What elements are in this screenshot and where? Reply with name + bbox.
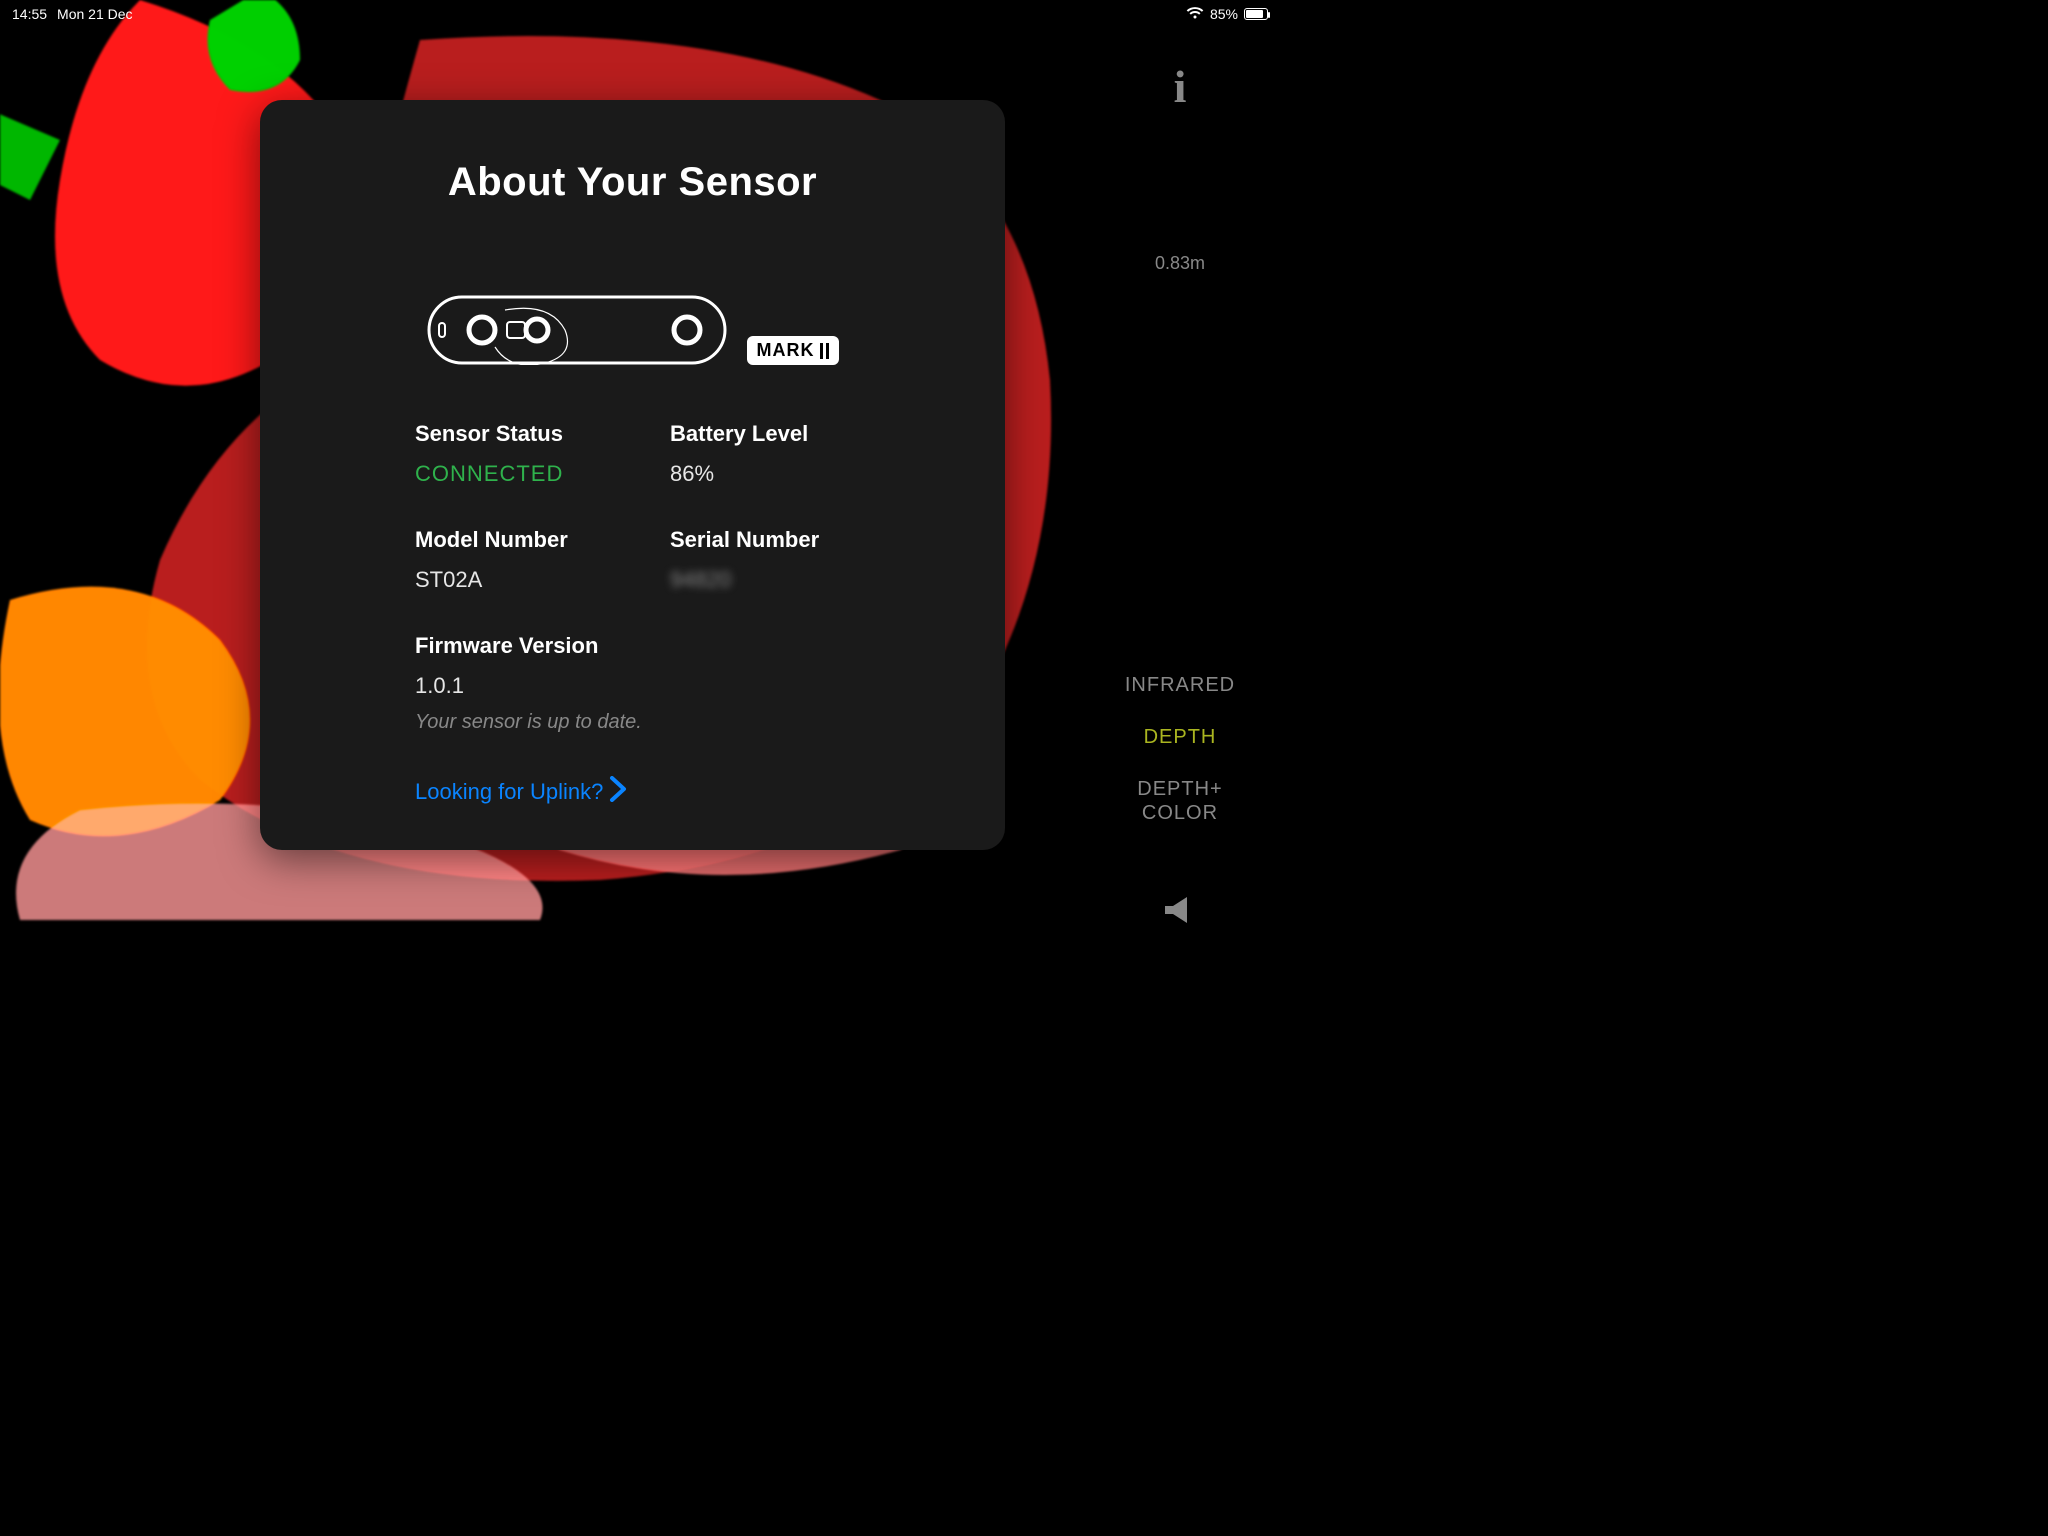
mark-badge-label: MARK xyxy=(757,340,815,361)
value-firmware: 1.0.1 xyxy=(415,673,905,699)
distance-readout: 0.83m xyxy=(1155,253,1205,274)
value-serial: 94820 xyxy=(670,567,905,593)
firmware-note: Your sensor is up to date. xyxy=(415,711,905,734)
label-serial: Serial Number xyxy=(670,527,905,553)
mode-depth-color[interactable]: DEPTH+ COLOR xyxy=(1137,777,1222,825)
label-firmware: Firmware Version xyxy=(415,633,905,659)
value-model: ST02A xyxy=(415,567,650,593)
sensor-icon xyxy=(427,295,727,365)
status-battery-pct: 85% xyxy=(1210,6,1238,22)
value-battery: 86% xyxy=(670,461,905,487)
status-bar: 14:55 Mon 21 Dec 85% xyxy=(0,0,1280,28)
label-battery: Battery Level xyxy=(670,421,905,447)
sensor-illustration-row: MARK xyxy=(320,295,945,365)
modal-title: About Your Sensor xyxy=(320,160,945,205)
status-date: Mon 21 Dec xyxy=(57,6,132,22)
mode-depth[interactable]: DEPTH xyxy=(1144,725,1217,749)
battery-icon xyxy=(1244,8,1268,20)
chevron-right-icon xyxy=(609,776,627,808)
sensor-info-grid: Sensor Status CONNECTED Battery Level 86… xyxy=(320,421,945,734)
cell-model: Model Number ST02A xyxy=(415,527,650,593)
cell-firmware: Firmware Version 1.0.1 Your sensor is up… xyxy=(415,633,905,734)
status-time: 14:55 xyxy=(12,6,47,22)
wifi-icon xyxy=(1186,6,1204,23)
value-sensor-status: CONNECTED xyxy=(415,461,650,487)
cell-sensor-status: Sensor Status CONNECTED xyxy=(415,421,650,487)
label-sensor-status: Sensor Status xyxy=(415,421,650,447)
mode-infrared[interactable]: INFRARED xyxy=(1125,673,1235,697)
mode-list: INFRARED DEPTH DEPTH+ COLOR xyxy=(1125,673,1235,825)
uplink-link[interactable]: Looking for Uplink? xyxy=(320,776,945,808)
cell-battery: Battery Level 86% xyxy=(670,421,905,487)
mark2-icon xyxy=(820,343,829,359)
mark-badge: MARK xyxy=(747,336,839,365)
announce-icon[interactable] xyxy=(1163,895,1197,930)
cell-serial: Serial Number 94820 xyxy=(670,527,905,593)
uplink-link-label: Looking for Uplink? xyxy=(415,779,603,805)
side-panel: i 0.83m INFRARED DEPTH DEPTH+ COLOR xyxy=(1080,0,1280,960)
label-model: Model Number xyxy=(415,527,650,553)
about-sensor-modal: About Your Sensor MARK Sensor Status CON… xyxy=(260,100,1005,850)
info-icon[interactable]: i xyxy=(1174,60,1187,113)
